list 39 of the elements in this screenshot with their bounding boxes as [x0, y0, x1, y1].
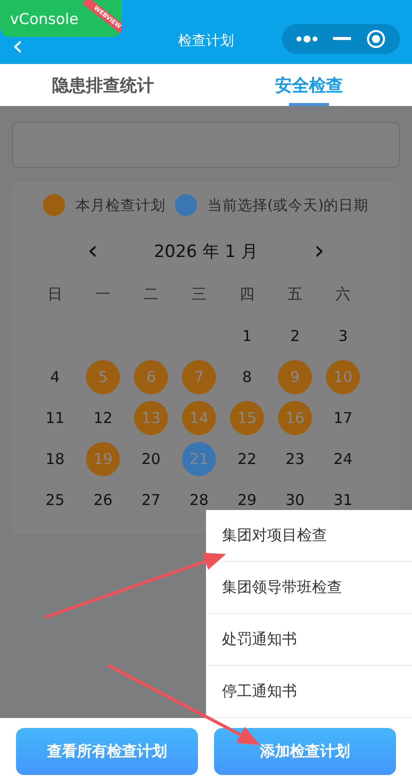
badge-label: vConsole: [10, 10, 78, 28]
page-title: 检查计划: [178, 33, 234, 49]
calendar-day[interactable]: 24: [326, 442, 360, 476]
action-button[interactable]: 查看所有检查计划: [16, 728, 198, 775]
calendar-day[interactable]: 22: [230, 442, 264, 476]
calendar-day[interactable]: 27: [134, 482, 168, 516]
calendar-day[interactable]: 25: [38, 482, 72, 516]
back-button[interactable]: ‹: [12, 38, 26, 54]
weekday-label: 二: [144, 285, 158, 304]
calendar-day[interactable]: 17: [326, 400, 360, 434]
month-label: 2026 年 1 月: [154, 240, 258, 262]
more-icon[interactable]: [296, 35, 318, 43]
calendar-day[interactable]: 20: [134, 442, 168, 476]
tab[interactable]: 安全检查: [206, 64, 412, 106]
calendar-day[interactable]: 11: [38, 400, 72, 434]
previous-month-button[interactable]: ‹: [87, 238, 98, 264]
calendar-day[interactable]: 1: [230, 318, 264, 352]
calendar-day[interactable]: 3: [326, 318, 360, 352]
weekday-label: 日: [48, 285, 62, 304]
minimize-icon[interactable]: [332, 37, 351, 41]
calendar-day[interactable]: 23: [278, 442, 312, 476]
close-icon[interactable]: [366, 29, 386, 49]
calendar-day[interactable]: 8: [230, 360, 264, 394]
weekday-label: 三: [192, 285, 206, 304]
weekday-label: 一: [96, 285, 110, 304]
calendar-day[interactable]: 4: [38, 360, 72, 394]
menu-item[interactable]: 处罚通知书: [206, 614, 412, 666]
calendar-day[interactable]: 2: [278, 318, 312, 352]
weekday-label: 五: [288, 285, 302, 304]
action-button[interactable]: 添加检查计划: [214, 728, 396, 775]
weekday-label: 四: [240, 285, 254, 304]
calendar-day[interactable]: 26: [86, 482, 120, 516]
weekday-label: 六: [336, 285, 350, 304]
tab[interactable]: 隐患排查统计: [0, 64, 206, 106]
next-month-button[interactable]: ›: [314, 238, 325, 264]
calendar-day[interactable]: 18: [38, 442, 72, 476]
legend-label: 本月检查计划: [75, 196, 166, 214]
legend-label: 当前选择(或今天)的日期: [207, 196, 369, 214]
calendar-day[interactable]: 12: [86, 400, 120, 434]
